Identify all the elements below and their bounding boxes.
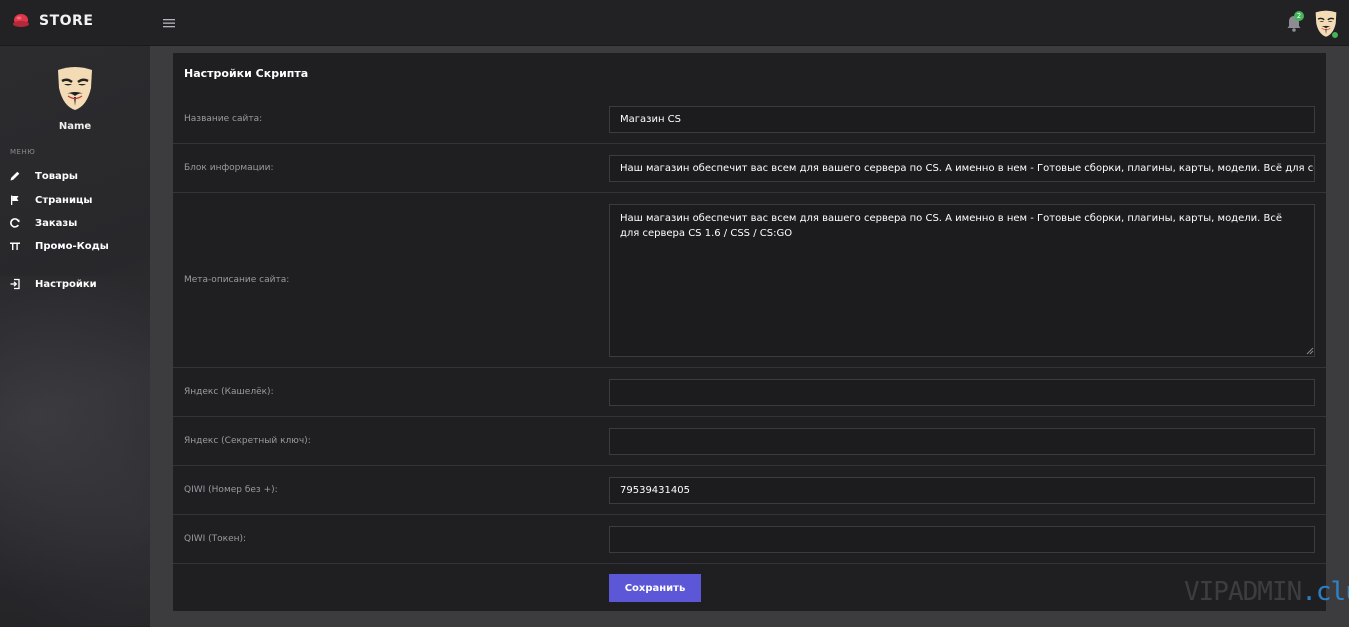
meta-description-textarea[interactable]: Наш магазин обеспечит вас всем для вашег… [609, 204, 1315, 357]
watermark-suffix: .club [1301, 577, 1349, 607]
brand[interactable]: STORE [12, 12, 93, 30]
qiwi-token-input[interactable] [609, 526, 1315, 553]
watermark-main: VIPADMIN [1184, 577, 1302, 607]
info-block-input[interactable]: Наш магазин обеспечит вас всем для вашег… [609, 155, 1315, 182]
form-row-meta-description: Мета-описание сайта: Наш магазин обеспеч… [173, 193, 1326, 368]
sidebar: Name МЕНЮ Товары Страницы Заказы Промо-К… [0, 46, 150, 627]
watermark: VIPADMIN.club [1184, 577, 1349, 607]
sidebar-user-name: Name [58, 121, 92, 132]
yandex-secret-input[interactable] [609, 428, 1315, 455]
field-label: Мета-описание сайта: [184, 275, 290, 285]
settings-panel: Настройки Скрипта Название сайта: Магази… [173, 53, 1326, 611]
sidebar-item-label: Настройки [35, 278, 97, 290]
sidebar-item-label: Страницы [35, 194, 93, 206]
save-button[interactable]: Сохранить [609, 574, 701, 602]
menu-caption: МЕНЮ [10, 148, 36, 156]
sidebar-item-label: Промо-Коды [35, 240, 109, 252]
form-row-qiwi-token: QIWI (Токен): [173, 515, 1326, 564]
flag-icon [9, 194, 21, 206]
site-name-input[interactable]: Магазин CS [609, 106, 1315, 133]
field-label: Яндекс (Кашелёк): [184, 387, 274, 397]
pencil-icon [9, 170, 21, 182]
form-row-info-block: Блок информации: Наш магазин обеспечит в… [173, 144, 1326, 193]
top-bar: STORE 2 [0, 0, 1349, 46]
store-logo-icon [13, 14, 29, 27]
sidebar-item-pages[interactable]: Страницы [0, 190, 150, 210]
field-label: Название сайта: [184, 114, 263, 124]
form-row-yandex-wallet: Яндекс (Кашелёк): [173, 368, 1326, 417]
sidebar-item-orders[interactable]: Заказы [0, 213, 150, 233]
yandex-wallet-input[interactable] [609, 379, 1315, 406]
field-label: Яндекс (Секретный ключ): [184, 436, 311, 446]
form-row-qiwi-number: QIWI (Номер без +): 79539431405 [173, 466, 1326, 515]
page-title: Настройки Скрипта [184, 67, 309, 80]
brand-name: STORE [39, 13, 94, 29]
sign-in-icon [9, 278, 21, 290]
field-label: QIWI (Номер без +): [184, 485, 278, 495]
qiwi-number-input[interactable]: 79539431405 [609, 477, 1315, 504]
refresh-icon [9, 217, 21, 229]
notification-badge: 2 [1294, 11, 1304, 21]
form-row-yandex-secret: Яндекс (Секретный ключ): [173, 417, 1326, 466]
sidebar-item-label: Заказы [35, 217, 78, 229]
resize-grip-icon[interactable] [1306, 347, 1314, 355]
field-label: QIWI (Токен): [184, 534, 247, 544]
online-status-dot [1331, 31, 1339, 39]
sidebar-item-settings[interactable]: Настройки [0, 274, 150, 294]
sidebar-item-products[interactable]: Товары [0, 166, 150, 186]
field-label: Блок информации: [184, 163, 274, 173]
sidebar-item-promo-codes[interactable]: Промо-Коды [0, 236, 150, 256]
form-row-site-name: Название сайта: Магазин CS [173, 95, 1326, 144]
ticket-icon [9, 240, 21, 252]
sidebar-item-label: Товары [35, 170, 78, 182]
sidebar-avatar [58, 67, 92, 110]
hamburger-menu-icon[interactable] [160, 14, 178, 32]
